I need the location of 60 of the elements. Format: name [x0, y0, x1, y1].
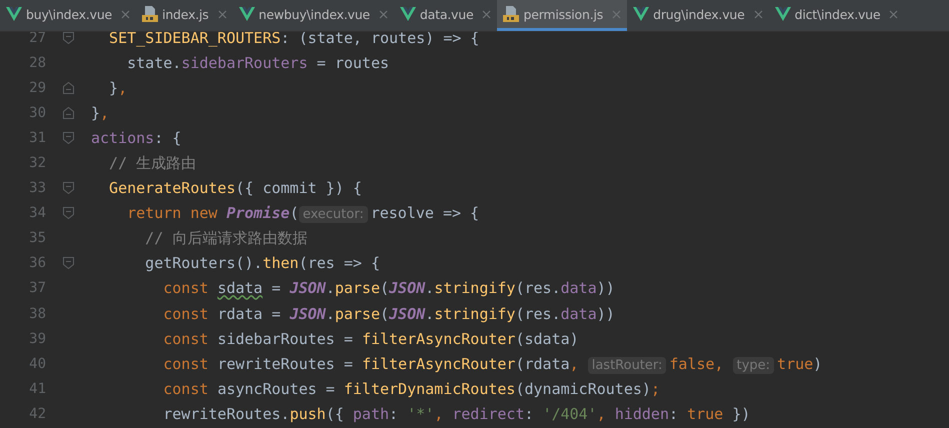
file-tab[interactable]: dict\index.vue	[768, 0, 904, 31]
line-number: 35	[28, 230, 46, 246]
file-tab[interactable]: newbuy\index.vue	[232, 0, 394, 31]
code-line: SET_SIDEBAR_ROUTERS: (state, routes) => {	[108, 28, 480, 47]
file-tab[interactable]: buy\index.vue	[0, 0, 136, 31]
code-line: },	[91, 104, 110, 122]
line-number: 32	[28, 155, 46, 172]
line-number: 33	[28, 180, 46, 196]
line-number: 34	[28, 205, 46, 222]
file-tab[interactable]: data.vue	[394, 0, 498, 31]
code-line: rewriteRoutes.push({ path: '*', redirect: '/404', hidden: true })	[162, 404, 750, 423]
vue-logo-icon	[6, 7, 22, 21]
close-icon[interactable]	[754, 10, 763, 18]
code-line: // 生成路由	[108, 154, 196, 173]
code-line: state.sidebarRouters = routes	[126, 54, 390, 72]
line-number: 41	[28, 380, 46, 397]
code-line: const asyncRoutes = filterDynamicRoutes(dynamicRoutes);	[162, 380, 660, 398]
file-tab[interactable]: index.js	[136, 0, 233, 31]
fold-icon[interactable]	[63, 257, 74, 270]
code-line: const sdata = JSON.parse(JSON.stringify(res.data))	[162, 279, 615, 298]
vue-logo-icon	[400, 7, 416, 21]
line-number: 39	[28, 330, 46, 347]
js-file-icon	[503, 6, 520, 22]
file-tab[interactable]: permission.js	[497, 0, 628, 31]
line-number: 27	[28, 30, 46, 46]
fold-icon[interactable]	[63, 82, 74, 94]
line-number: 30	[28, 104, 46, 121]
file-tab[interactable]: drug\index.vue	[627, 0, 769, 31]
line-number: 29	[28, 80, 46, 96]
vue-logo-icon	[238, 7, 255, 21]
fold-icon[interactable]	[63, 132, 74, 144]
line-number: 40	[28, 356, 46, 372]
fold-icon[interactable]	[63, 106, 74, 119]
code-line: const sidebarRoutes = filterAsyncRouter(sdata)	[162, 330, 579, 348]
fold-icon[interactable]	[63, 207, 74, 220]
vue-logo-icon	[774, 7, 791, 21]
fold-icon[interactable]	[63, 182, 74, 194]
code-line: // 向后端请求路由数据	[144, 228, 308, 248]
code-line: GenerateRoutes({ commit }) {	[108, 179, 362, 198]
close-icon[interactable]	[889, 10, 898, 18]
code-line: actions: {	[91, 128, 182, 147]
code-line: const rdata = JSON.parse(JSON.stringify(res.data))	[162, 304, 615, 323]
close-icon[interactable]	[378, 10, 388, 18]
line-number: 37	[28, 280, 46, 296]
close-icon[interactable]	[612, 10, 622, 18]
code-line: getRouters().then(res => {	[144, 254, 380, 272]
line-number: 31	[28, 130, 46, 146]
line-number: 38	[28, 306, 46, 322]
fold-icon[interactable]	[63, 32, 74, 44]
close-icon[interactable]	[482, 10, 492, 18]
code-line: },	[108, 78, 128, 97]
js-file-icon	[142, 6, 158, 22]
line-number: 28	[28, 54, 46, 71]
code-line: const rewriteRoutes = filterAsyncRouter(rdata, lastRouter: false, type: true)	[162, 354, 822, 373]
line-number: 36	[28, 255, 46, 272]
close-icon[interactable]	[218, 10, 227, 18]
close-icon[interactable]	[121, 10, 130, 18]
code-line: return new Promise( executor: resolve => {	[126, 204, 480, 222]
vue-logo-icon	[633, 7, 650, 21]
line-number: 42	[28, 406, 46, 422]
